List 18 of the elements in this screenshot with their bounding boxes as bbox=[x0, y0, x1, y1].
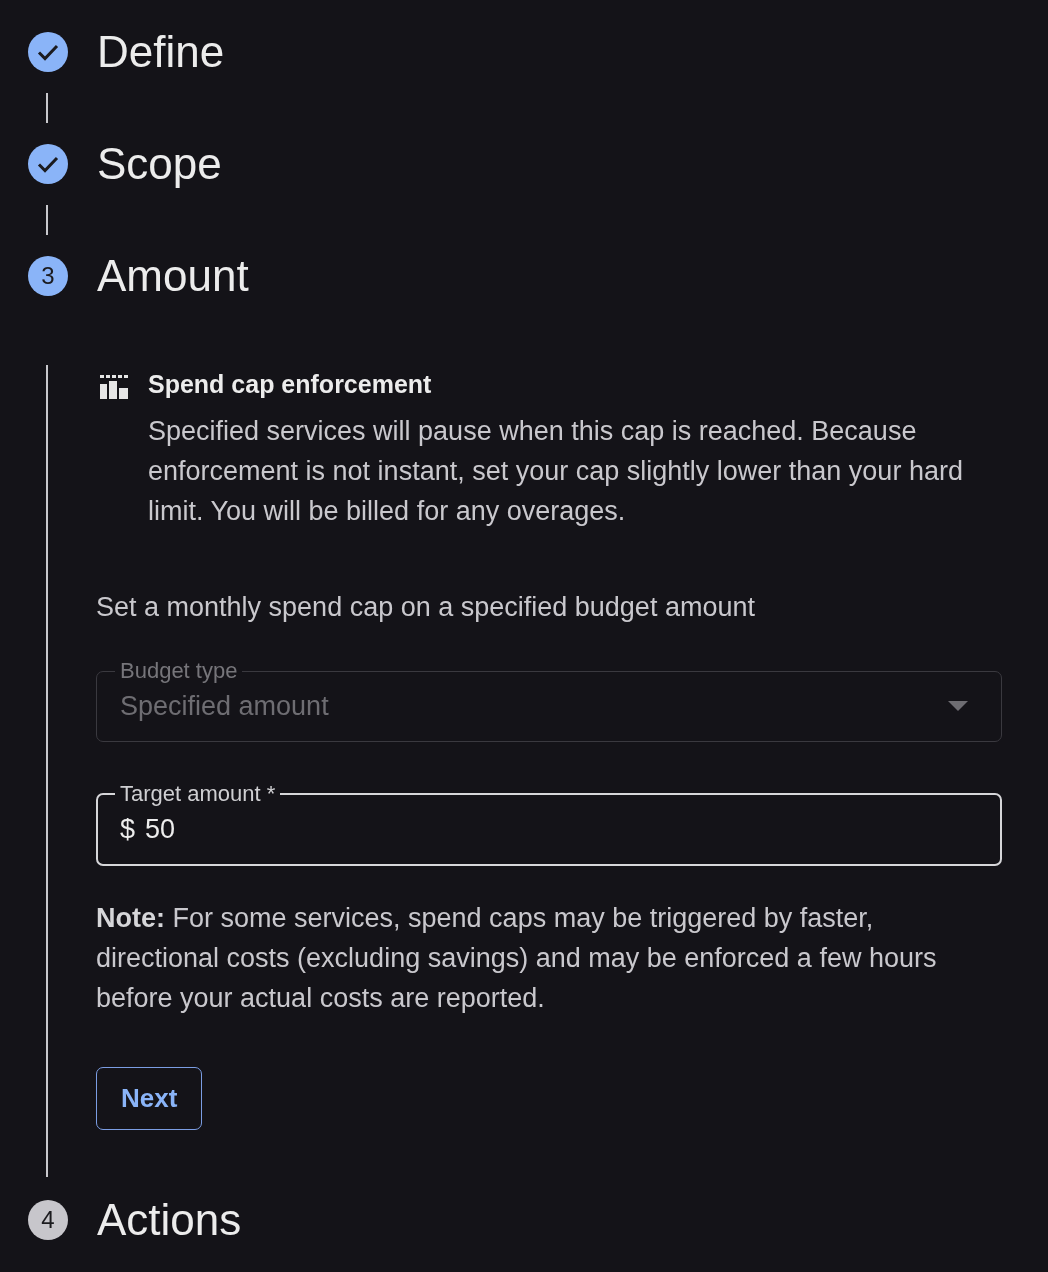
field-label: Target amount * bbox=[119, 782, 277, 806]
field-value: 50 bbox=[145, 813, 176, 846]
step-title: Actions bbox=[97, 1198, 242, 1242]
step-number: 4 bbox=[28, 1200, 68, 1240]
step-number: 3 bbox=[28, 256, 68, 296]
intro-text: Set a monthly spend cap on a specified budget amount bbox=[96, 591, 756, 624]
bar-chart-icon bbox=[100, 375, 128, 399]
next-button[interactable]: Next bbox=[96, 1067, 203, 1130]
step-title: Amount bbox=[97, 254, 249, 298]
note-text: Note: For some services, spend caps may be triggered by faster, directional costs (excluding savings) and may be enforced a few hours before your actual costs are reported. bbox=[96, 902, 938, 1015]
field-label: Budget type bbox=[119, 659, 239, 683]
field-value: Specified amount bbox=[120, 690, 329, 723]
notice-title: Spend cap enforcement bbox=[148, 369, 433, 400]
notice-description: Specified services will pause when this cap is reached. Because enforcement is not instant, set your cap slightly lower than your hard limit. You will be billed for any overages. bbox=[148, 415, 964, 528]
step-title: Scope bbox=[97, 142, 222, 186]
caret-icon bbox=[948, 701, 968, 711]
currency-symbol: $ bbox=[120, 813, 136, 846]
step-title: Define bbox=[97, 30, 225, 74]
